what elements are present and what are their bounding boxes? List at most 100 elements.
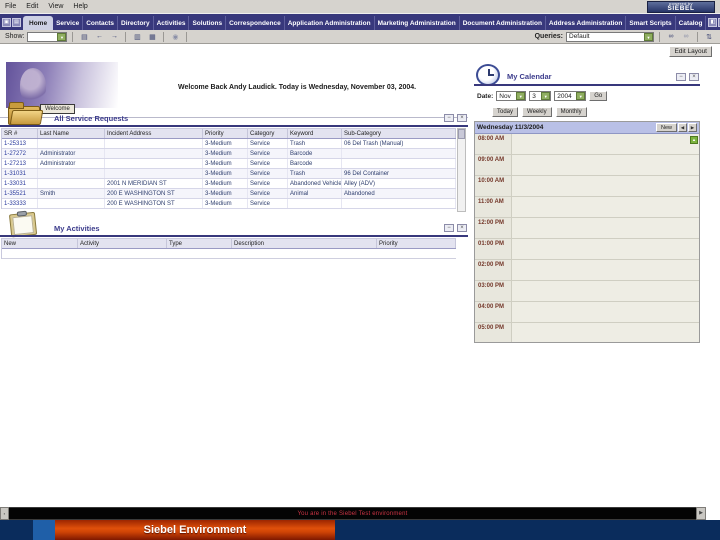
calendar-slot[interactable]: [511, 197, 699, 217]
minimize-icon[interactable]: −: [676, 73, 686, 81]
dropdown-arrow-icon[interactable]: ▼: [541, 92, 551, 100]
calendar-slot[interactable]: [511, 302, 699, 322]
menu-edit[interactable]: Edit: [26, 3, 38, 10]
welcome-button[interactable]: Welcome: [40, 104, 75, 114]
site-map-icon[interactable]: ▤: [78, 31, 90, 42]
tab-home[interactable]: Home: [23, 16, 54, 30]
tab-catalog[interactable]: Catalog: [676, 16, 707, 30]
minimize-icon[interactable]: −: [444, 224, 454, 232]
column-header[interactable]: Type: [167, 239, 232, 248]
dropdown-arrow-icon[interactable]: ▼: [57, 32, 67, 41]
calendar-slot[interactable]: [511, 218, 699, 238]
previous-day-icon[interactable]: ◀: [678, 123, 687, 132]
tab-marketing-administration[interactable]: Marketing Administration: [375, 16, 460, 30]
application-icon[interactable]: ▣: [2, 17, 11, 27]
table-cell: [38, 139, 105, 148]
day-select[interactable]: 3 ▼: [529, 91, 552, 101]
next-day-icon[interactable]: ▶: [688, 123, 697, 132]
column-header[interactable]: SR #: [2, 129, 38, 138]
column-header[interactable]: Priority: [377, 239, 456, 248]
binoculars-icon[interactable]: ∞: [665, 31, 677, 42]
tab-application-administration[interactable]: Application Administration: [285, 16, 375, 30]
button-weekly[interactable]: Weekly: [522, 106, 552, 117]
close-icon[interactable]: ×: [457, 114, 467, 122]
column-header[interactable]: Last Name: [38, 129, 105, 138]
show-select[interactable]: ▼: [27, 31, 68, 42]
list-scrollbar[interactable]: [457, 128, 466, 212]
button-monthly[interactable]: Monthly: [555, 106, 587, 117]
go-button[interactable]: Go: [589, 91, 608, 101]
table-cell: Service: [248, 189, 288, 198]
table-row[interactable]: 1-33333 200 E WASHINGTON ST 3-Medium Servic…: [2, 199, 456, 209]
tab-directory[interactable]: Directory: [118, 16, 154, 30]
screens-icon[interactable]: ▤: [12, 17, 21, 27]
tab-overflow-icon[interactable]: ◧: [708, 17, 718, 27]
table-row[interactable]: 1-35521 Smith 200 E WASHINGTON ST 3-Medium S…: [2, 189, 456, 199]
calendar-slot[interactable]: [511, 176, 699, 196]
minimize-icon[interactable]: −: [444, 114, 454, 122]
copy-record-icon[interactable]: ▦: [146, 31, 158, 42]
scrollbar-thumb[interactable]: [458, 129, 465, 139]
column-header[interactable]: Activity: [78, 239, 167, 248]
forward-icon[interactable]: →: [108, 31, 120, 42]
calendar-slot[interactable]: [511, 281, 699, 301]
column-header[interactable]: Keyword: [288, 129, 342, 138]
dropdown-arrow-icon[interactable]: ▼: [644, 32, 653, 41]
tab-document-administration[interactable]: Document Administration: [460, 16, 546, 30]
column-header[interactable]: Priority: [203, 129, 248, 138]
sort-icon[interactable]: ⇅: [703, 31, 715, 42]
back-icon[interactable]: ←: [93, 31, 105, 42]
column-header[interactable]: Category: [248, 129, 288, 138]
query-icon[interactable]: ◉: [169, 31, 181, 42]
table-row[interactable]: 1-33031 2001 N MERIDIAN ST 3-Medium Service…: [2, 179, 456, 189]
table-cell: 2001 N MERIDIAN ST: [105, 179, 203, 188]
calendar-date-controls: Date: Nov ▼ 3 ▼ 2004 ▼ Go: [477, 90, 608, 102]
menu-file[interactable]: File: [5, 3, 16, 10]
column-header[interactable]: Description: [232, 239, 377, 248]
close-icon[interactable]: ×: [689, 73, 699, 81]
column-header[interactable]: Sub-Category: [342, 129, 456, 138]
calendar-slot[interactable]: [511, 134, 699, 154]
calendar-slot[interactable]: [511, 239, 699, 259]
calendar-slot[interactable]: [511, 155, 699, 175]
edit-layout-button[interactable]: Edit Layout: [669, 46, 712, 57]
close-icon[interactable]: ×: [457, 224, 467, 232]
saved-query-icon[interactable]: ∞: [680, 31, 692, 42]
new-appointment-button[interactable]: New: [655, 123, 677, 132]
table-row[interactable]: 1-27213 Administrator 3-Medium Service Barco…: [2, 159, 456, 169]
dropdown-arrow-icon[interactable]: ▼: [516, 92, 526, 100]
calendar-day-view: Wednesday 11/3/2004 New ◀ ▶ 08:00 AM 09:0…: [474, 121, 700, 343]
tab-solutions[interactable]: Solutions: [189, 16, 227, 30]
tab-smart-scripts[interactable]: Smart Scripts: [626, 16, 676, 30]
tab-contacts[interactable]: Contacts: [83, 16, 119, 30]
year-select[interactable]: 2004 ▼: [554, 91, 587, 101]
table-cell: 3-Medium: [203, 179, 248, 188]
queries-select[interactable]: Default ▼: [566, 31, 654, 42]
tab-address-administration[interactable]: Address Administration: [546, 16, 627, 30]
calendar-row: 10:00 AM: [475, 176, 699, 197]
menu-view[interactable]: View: [48, 3, 63, 10]
tab-correspondence[interactable]: Correspondence: [226, 16, 285, 30]
tab-activities[interactable]: Activities: [154, 16, 190, 30]
table-cell: 1-33333: [2, 199, 38, 208]
calendar-day-header: Wednesday 11/3/2004 New ◀ ▶: [475, 122, 699, 134]
activities-title: My Activities: [54, 224, 100, 233]
new-record-icon[interactable]: ▥: [131, 31, 143, 42]
calendar-slot[interactable]: [511, 323, 699, 342]
table-row[interactable]: 1-27272 Administrator 3-Medium Service Barco…: [2, 149, 456, 159]
status-right-arrow-icon[interactable]: ▶: [696, 507, 706, 520]
menu-help[interactable]: Help: [73, 3, 87, 10]
tab-service[interactable]: Service: [53, 16, 84, 30]
scroll-up-icon[interactable]: ▲: [690, 136, 698, 144]
month-select[interactable]: Nov ▼: [496, 91, 527, 101]
dropdown-arrow-icon[interactable]: ▼: [576, 92, 586, 100]
column-header[interactable]: New: [2, 239, 78, 248]
column-header[interactable]: Incident Address: [105, 129, 203, 138]
toolbar-separator: [659, 31, 660, 42]
table-row[interactable]: 1-31031 3-Medium Service Trash 96 Del Contai…: [2, 169, 456, 179]
calendar-slot[interactable]: [511, 260, 699, 280]
button-today[interactable]: Today: [492, 106, 519, 117]
table-row[interactable]: 1-25313 3-Medium Service Trash 06 Del Trash …: [2, 139, 456, 149]
table-cell: Administrator: [38, 159, 105, 168]
table-cell: 1-27213: [2, 159, 38, 168]
